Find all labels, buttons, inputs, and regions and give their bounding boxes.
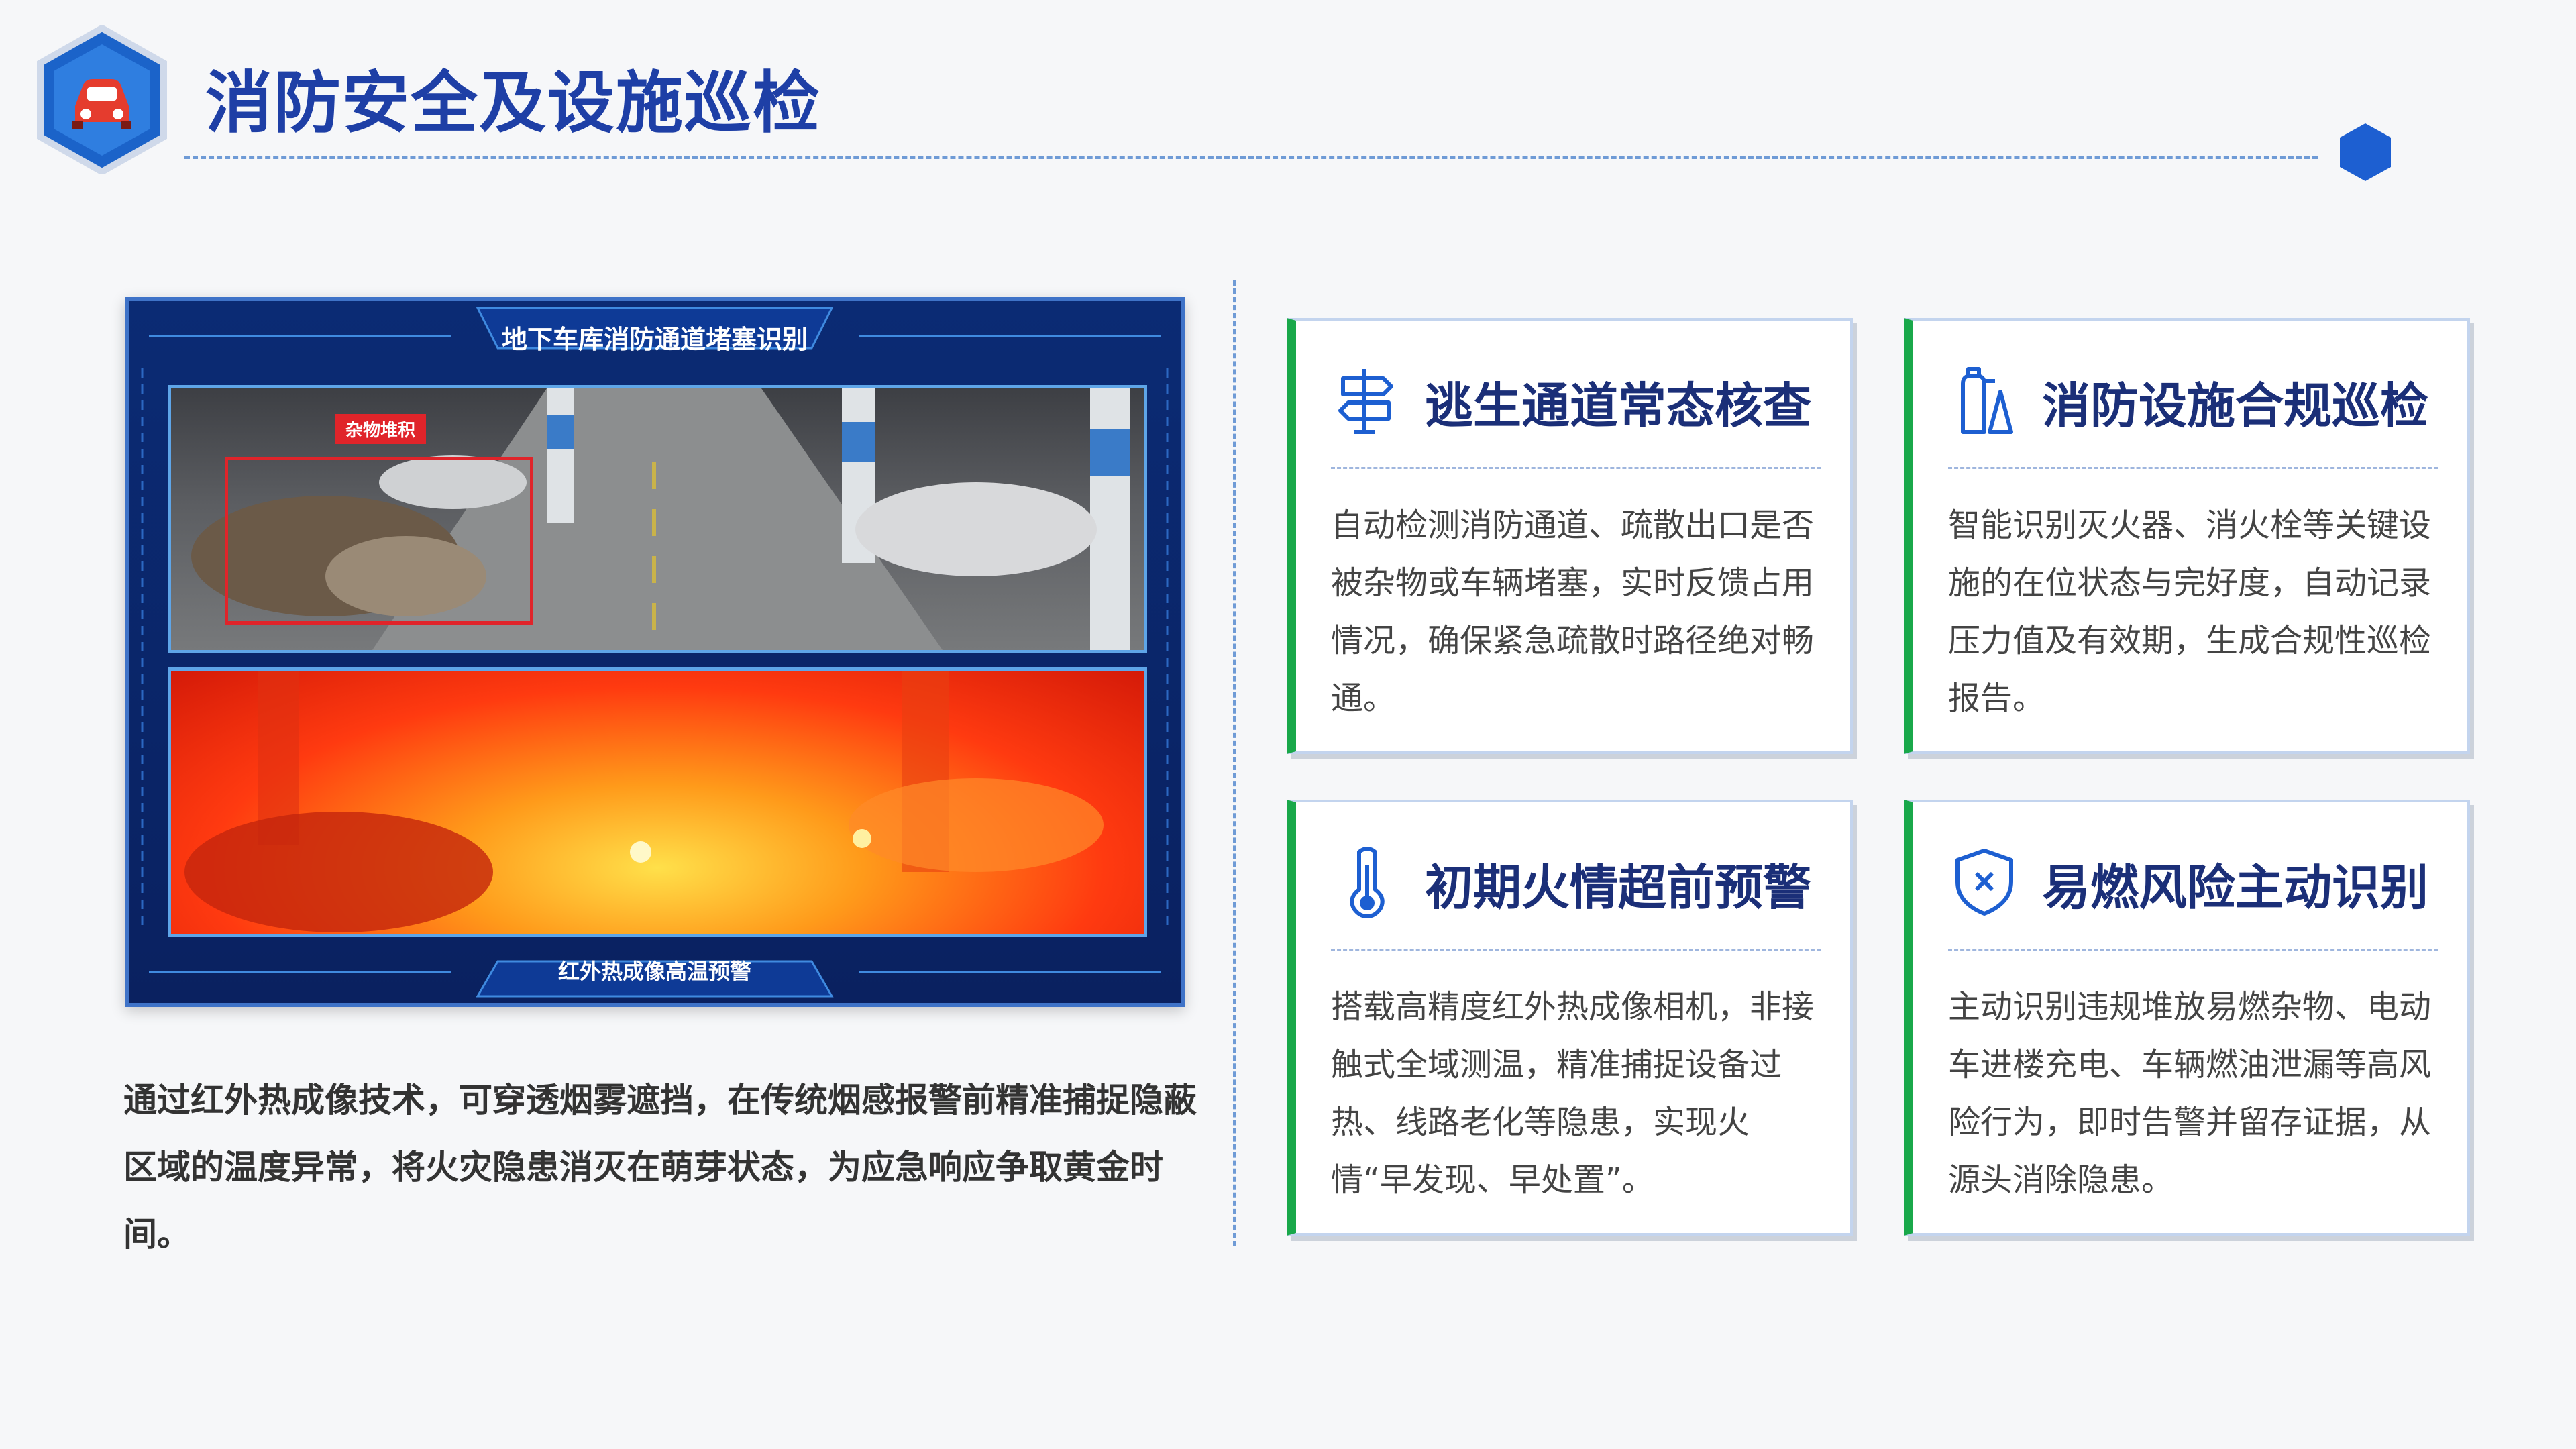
detection-label: 杂物堆积 — [335, 414, 427, 444]
panel-caption: 红外热成像高温预警 — [557, 959, 751, 984]
thermal-photo — [168, 667, 1147, 937]
panel-title: 地下车库消防通道堵塞识别 — [501, 325, 808, 354]
card-body: 搭载高精度红外热成像相机，非接触式全域测温，精准捕捉设备过热、线路老化等隐患，实… — [1331, 988, 1815, 1199]
card-body: 主动识别违规堆放易燃杂物、电动车进楼充电、车辆燃油泄漏等高风险行为，即时告警并留… — [1948, 988, 2432, 1199]
hexagon-icon — [2340, 123, 2391, 181]
card-facility-inspection: 消防设施合规巡检 智能识别灭火器、消火栓等关键设施的在位状态与完好度，自动记录压… — [1904, 318, 2470, 754]
card-escape-route: 逃生通道常态核查 自动检测消防通道、疏散出口是否被杂物或车辆堵塞，实时反馈占用情… — [1287, 318, 1853, 754]
description-text: 通过红外热成像技术，可穿透烟雾遮挡，在传统烟感报警前精准捕捉隐蔽区域的温度异常，… — [123, 1081, 1197, 1254]
thermometer-icon — [1350, 847, 1385, 918]
card-divider — [1331, 467, 1821, 469]
header-logo-icon — [37, 25, 167, 174]
card-divider — [1948, 467, 2438, 469]
card-title: 易燃风险主动识别 — [2042, 859, 2429, 916]
detection-box — [225, 457, 533, 625]
page-title: 消防安全及设施巡检 — [205, 64, 821, 142]
card-title: 逃生通道常态核查 — [1425, 378, 1812, 434]
shield-x-icon — [1955, 849, 2013, 916]
card-body: 自动检测消防通道、疏散出口是否被杂物或车辆堵塞，实时反馈占用情况，确保紧急疏散时… — [1331, 506, 1815, 717]
fire-extinguisher-icon — [1961, 367, 2013, 434]
vertical-divider — [1233, 280, 1236, 1246]
garage-photo: 杂物堆积 — [168, 385, 1147, 653]
card-title: 初期火情超前预警 — [1425, 859, 1812, 916]
card-divider — [1948, 949, 2438, 951]
card-early-fire-warning: 初期火情超前预警 搭载高精度红外热成像相机，非接触式全域测温，精准捕捉设备过热、… — [1287, 800, 1853, 1236]
thermal-scene — [184, 671, 1104, 932]
card-body: 智能识别灭火器、消火栓等关键设施的在位状态与完好度，自动记录压力值及有效期，生成… — [1948, 506, 2432, 717]
signpost-icon — [1338, 369, 1393, 434]
card-flammable-risk: 易燃风险主动识别 主动识别违规堆放易燃杂物、电动车进楼充电、车辆燃油泄漏等高风险… — [1904, 800, 2470, 1236]
inspection-image-panel: 地下车库消防通道堵塞识别 杂物堆积 红外热成像高温预警 — [125, 297, 1185, 1007]
card-divider — [1331, 949, 1821, 951]
header-divider — [184, 156, 2318, 159]
card-title: 消防设施合规巡检 — [2042, 378, 2429, 434]
